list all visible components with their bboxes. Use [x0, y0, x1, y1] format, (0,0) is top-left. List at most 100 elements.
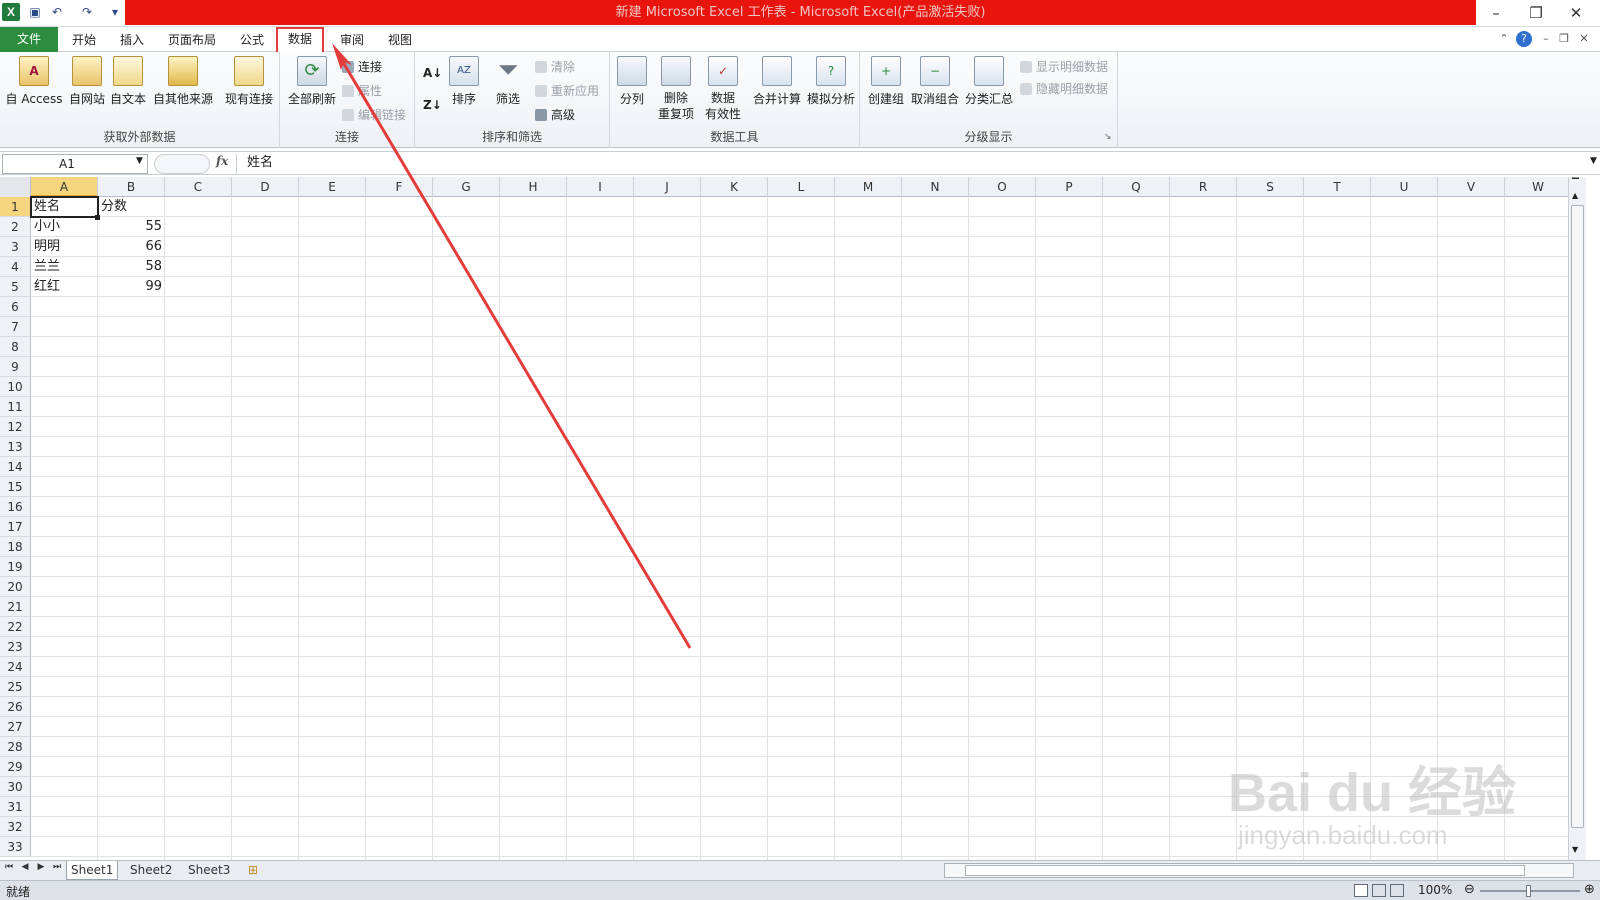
subtotal-button[interactable]: 分类汇总: [964, 56, 1014, 107]
tab-data[interactable]: 数据: [276, 27, 325, 54]
cell-b5[interactable]: 99: [98, 277, 165, 297]
row-header-18[interactable]: 18: [0, 537, 31, 557]
row-header-20[interactable]: 20: [0, 577, 31, 597]
row-header-21[interactable]: 21: [0, 597, 31, 617]
column-header-r[interactable]: R: [1170, 177, 1237, 197]
column-header-j[interactable]: J: [634, 177, 701, 197]
column-header-g[interactable]: G: [433, 177, 500, 197]
row-header-6[interactable]: 6: [0, 297, 31, 317]
column-header-l[interactable]: L: [768, 177, 835, 197]
remove-duplicates-button[interactable]: 删除 重复项: [654, 56, 698, 122]
row-header-8[interactable]: 8: [0, 337, 31, 357]
insert-function-icon[interactable]: fx: [216, 154, 228, 168]
zoom-out-icon[interactable]: ⊖: [1464, 882, 1475, 897]
prev-sheet-icon[interactable]: ◀: [18, 862, 32, 872]
column-header-c[interactable]: C: [165, 177, 232, 197]
filter-button[interactable]: ⏷ 筛选: [491, 56, 525, 107]
excel-logo-icon[interactable]: X: [2, 3, 20, 21]
row-header-2[interactable]: 2: [0, 217, 31, 237]
column-header-w[interactable]: W: [1505, 177, 1568, 197]
row-header-31[interactable]: 31: [0, 797, 31, 817]
formula-expand-icon[interactable]: ▼: [1590, 156, 1597, 166]
cell-a5[interactable]: 红红: [31, 277, 98, 297]
column-header-i[interactable]: I: [567, 177, 634, 197]
clear-filter-button[interactable]: 清除: [535, 58, 575, 75]
select-all-button[interactable]: [0, 177, 31, 197]
next-sheet-icon[interactable]: ▶: [34, 862, 48, 872]
row-header-30[interactable]: 30: [0, 777, 31, 797]
formula-input[interactable]: 姓名: [236, 154, 1590, 174]
formula-expand-area[interactable]: [154, 154, 210, 174]
worksheet-grid[interactable]: ABCDEFGHIJKLMNOPQRSTUVW 1 2 3 4 5 6 7 8 9 10 11 12 1…: [0, 177, 1568, 860]
connections-button[interactable]: 连接: [342, 58, 382, 75]
row-header-23[interactable]: 23: [0, 637, 31, 657]
ribbon-minimize-icon[interactable]: ⌃: [1496, 31, 1512, 47]
row-header-3[interactable]: 3: [0, 237, 31, 257]
from-text-button[interactable]: 自文本: [108, 56, 148, 107]
sheet-tab-1[interactable]: Sheet1: [66, 861, 119, 880]
row-header-33[interactable]: 33: [0, 837, 31, 857]
row-header-15[interactable]: 15: [0, 477, 31, 497]
fill-handle[interactable]: [95, 215, 100, 220]
properties-button[interactable]: 属性: [342, 82, 382, 99]
data-validation-button[interactable]: ✓ 数据 有效性: [700, 56, 746, 122]
restore-button[interactable]: ❐: [1516, 0, 1556, 26]
row-header-22[interactable]: 22: [0, 617, 31, 637]
tab-insert[interactable]: 插入: [110, 29, 154, 52]
sheet-tab-3[interactable]: Sheet3: [184, 861, 234, 880]
tab-formulas[interactable]: 公式: [230, 29, 274, 52]
vertical-scroll-thumb[interactable]: [1571, 205, 1584, 828]
column-header-d[interactable]: D: [232, 177, 299, 197]
row-header-10[interactable]: 10: [0, 377, 31, 397]
row-header-19[interactable]: 19: [0, 557, 31, 577]
doc-close-icon[interactable]: ✕: [1576, 31, 1592, 47]
cell-a2[interactable]: 小小: [31, 217, 98, 237]
existing-connections-button[interactable]: 现有连接: [222, 56, 276, 107]
column-header-u[interactable]: U: [1371, 177, 1438, 197]
row-header-17[interactable]: 17: [0, 517, 31, 537]
column-header-k[interactable]: K: [701, 177, 768, 197]
row-header-25[interactable]: 25: [0, 677, 31, 697]
row-header-32[interactable]: 32: [0, 817, 31, 837]
row-header-12[interactable]: 12: [0, 417, 31, 437]
from-web-button[interactable]: 自网站: [66, 56, 108, 107]
from-other-sources-button[interactable]: 自其他来源: [150, 56, 216, 107]
horizontal-scrollbar[interactable]: [944, 863, 1574, 878]
consolidate-button[interactable]: 合并计算: [750, 56, 804, 107]
group-button[interactable]: + 创建组: [866, 56, 906, 107]
row-header-1[interactable]: 1: [0, 197, 31, 217]
hide-detail-button[interactable]: 隐藏明细数据: [1020, 80, 1108, 97]
column-header-f[interactable]: F: [366, 177, 433, 197]
redo-icon[interactable]: ↷: [78, 3, 96, 21]
cell-b2[interactable]: 55: [98, 217, 165, 237]
row-header-16[interactable]: 16: [0, 497, 31, 517]
row-header-4[interactable]: 4: [0, 257, 31, 277]
page-layout-view-icon[interactable]: [1372, 884, 1386, 897]
horizontal-scroll-thumb[interactable]: [965, 865, 1525, 876]
zoom-in-icon[interactable]: ⊕: [1584, 882, 1595, 897]
column-header-s[interactable]: S: [1237, 177, 1304, 197]
help-icon[interactable]: ?: [1516, 31, 1532, 47]
save-icon[interactable]: ▣: [26, 3, 44, 21]
row-header-5[interactable]: 5: [0, 277, 31, 297]
customize-qat-icon[interactable]: ▾: [106, 3, 124, 21]
edit-links-button[interactable]: 编辑链接: [342, 106, 406, 123]
vertical-scrollbar[interactable]: ▔ ▲ ▼: [1568, 177, 1586, 860]
name-box[interactable]: A1: [2, 154, 148, 174]
advanced-filter-button[interactable]: 高级: [535, 106, 575, 123]
sort-desc-icon[interactable]: Z↓: [423, 98, 442, 112]
column-header-o[interactable]: O: [969, 177, 1036, 197]
reapply-button[interactable]: 重新应用: [535, 82, 599, 99]
column-header-m[interactable]: M: [835, 177, 902, 197]
text-to-columns-button[interactable]: 分列: [614, 56, 650, 107]
column-header-q[interactable]: Q: [1103, 177, 1170, 197]
from-access-button[interactable]: A 自 Access: [4, 56, 64, 107]
column-header-t[interactable]: T: [1304, 177, 1371, 197]
zoom-slider-thumb[interactable]: [1526, 885, 1531, 897]
column-header-b[interactable]: B: [98, 177, 165, 197]
dialog-launcher-icon[interactable]: ↘: [1104, 132, 1112, 142]
sheet-tab-2[interactable]: Sheet2: [126, 861, 176, 880]
page-break-view-icon[interactable]: [1390, 884, 1404, 897]
scroll-down-icon[interactable]: ▼: [1572, 845, 1578, 854]
tab-file[interactable]: 文件: [0, 27, 58, 52]
